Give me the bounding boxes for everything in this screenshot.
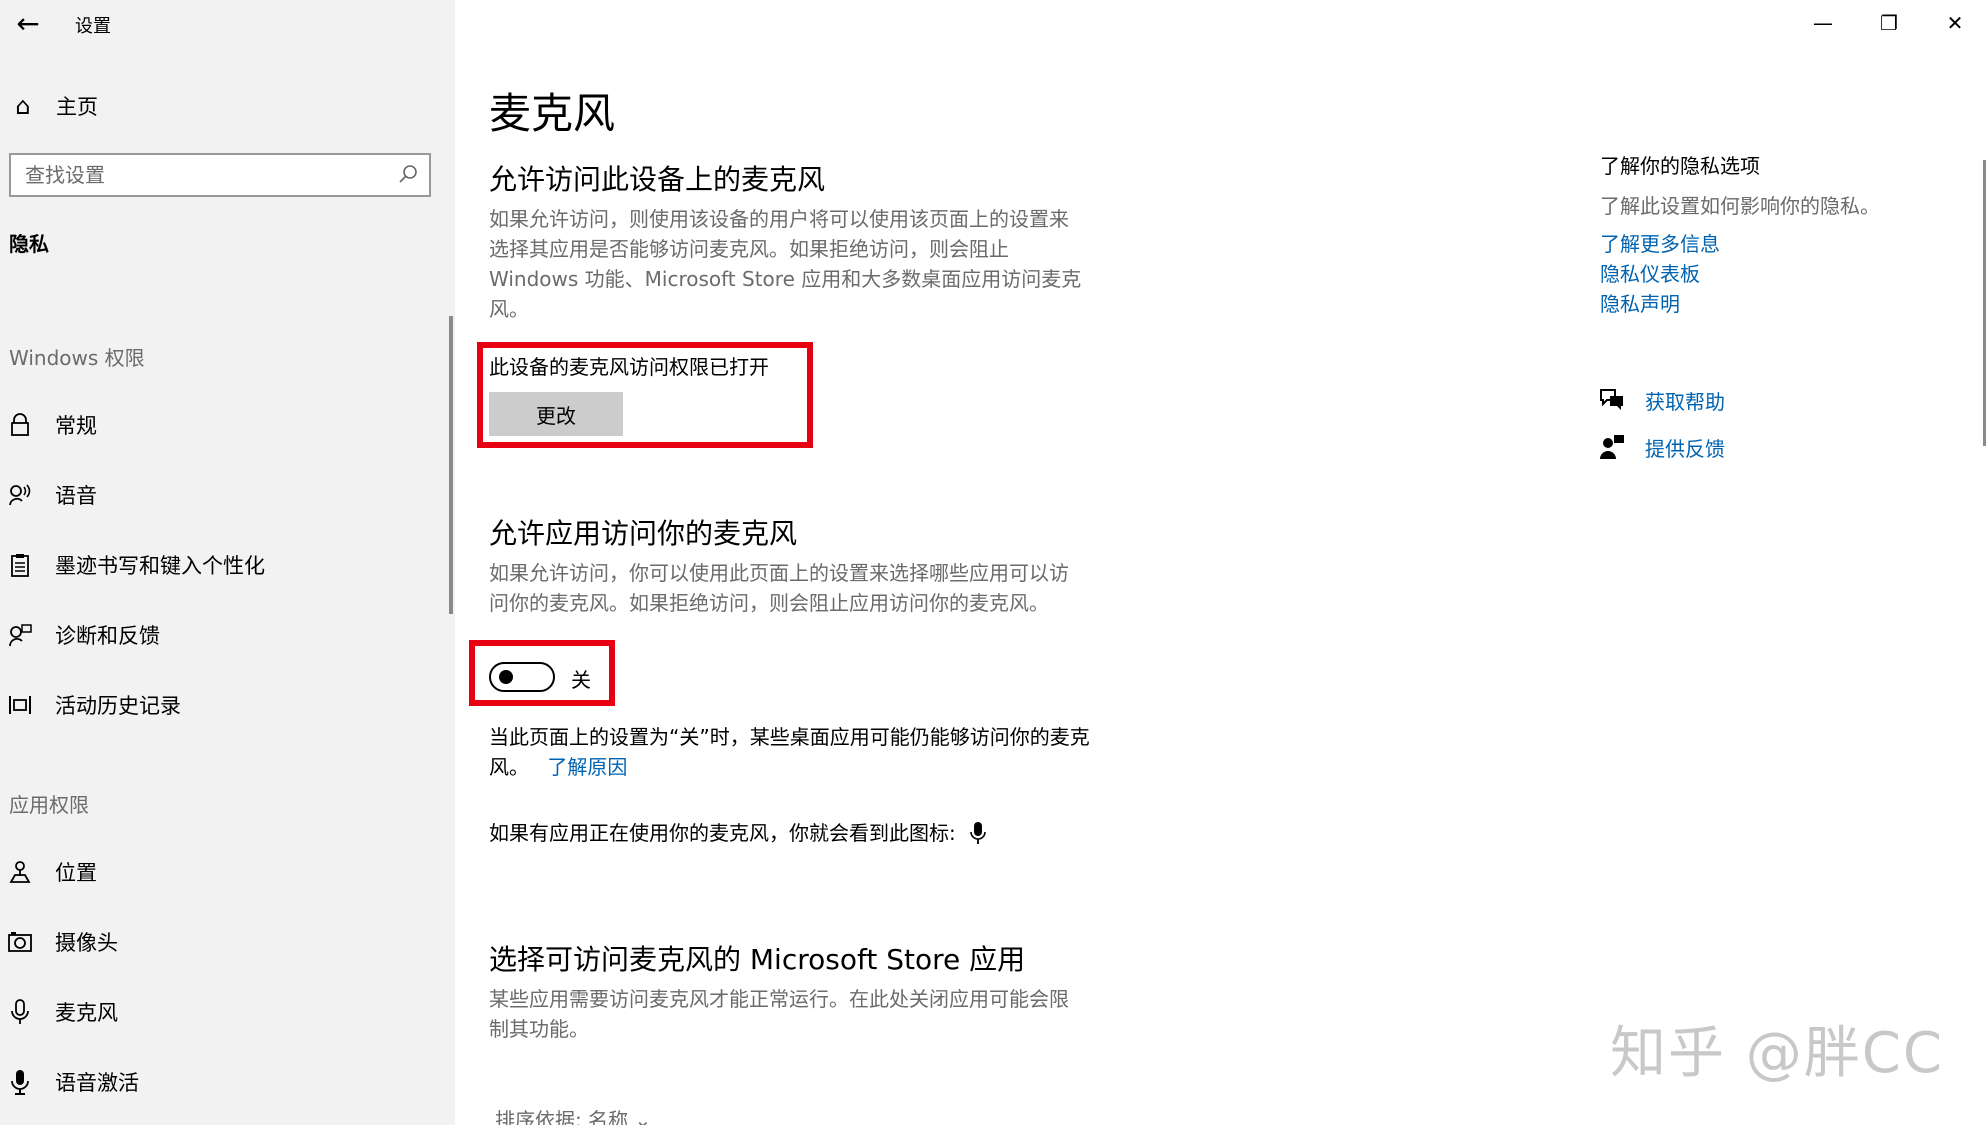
description-line: Windows 功能、Microsoft Store 应用和大多数桌面应用访问麦… bbox=[489, 267, 1082, 291]
toggle-state-label: 关 bbox=[571, 668, 591, 692]
back-arrow-icon[interactable]: ← bbox=[8, 6, 48, 42]
sidebar-item-label: 语音 bbox=[55, 484, 97, 508]
feedback-icon bbox=[1600, 435, 1624, 459]
timeline-icon bbox=[8, 693, 32, 717]
sort-label: 排序依据: 名称 bbox=[495, 1108, 629, 1125]
minimize-button[interactable]: — bbox=[1790, 0, 1856, 46]
sidebar-item-label: 常规 bbox=[55, 414, 97, 438]
sidebar-item-camera[interactable]: 摄像头 bbox=[0, 914, 440, 970]
app-access-description: 如果允许访问，你可以使用此页面上的设置来选择哪些应用可以访 问你的麦克风。如果拒… bbox=[489, 558, 1149, 618]
note-line: 风。 了解原因 bbox=[489, 752, 1090, 782]
note-prefix: 风。 bbox=[489, 755, 529, 779]
sidebar-item-label: 位置 bbox=[55, 861, 97, 885]
description-line: 选择其应用是否能够访问麦克风。如果拒绝访问，则会阻止 bbox=[489, 237, 1009, 261]
store-apps-description: 某些应用需要访问麦克风才能正常运行。在此处关闭应用可能会限 制其功能。 bbox=[489, 984, 1149, 1044]
lock-icon bbox=[8, 413, 32, 437]
privacy-statement-link[interactable]: 隐私声明 bbox=[1600, 288, 1680, 317]
sidebar-item-label: 麦克风 bbox=[55, 1001, 118, 1025]
description-line: 制其功能。 bbox=[489, 1017, 589, 1041]
search-box[interactable] bbox=[9, 153, 431, 197]
location-icon bbox=[8, 860, 32, 884]
description-line: 某些应用需要访问麦克风才能正常运行。在此处关闭应用可能会限 bbox=[489, 987, 1069, 1011]
app-access-heading: 允许应用访问你的麦克风 bbox=[489, 517, 798, 550]
sidebar-item-inking-typing[interactable]: 墨迹书写和键入个性化 bbox=[0, 537, 440, 593]
microphone-indicator-icon bbox=[969, 822, 986, 844]
clipboard-icon bbox=[8, 553, 32, 577]
sidebar-item-general[interactable]: 常规 bbox=[0, 397, 440, 453]
close-button[interactable]: ✕ bbox=[1922, 0, 1988, 46]
restore-button[interactable]: ❐ bbox=[1856, 0, 1922, 46]
feedback-person-icon bbox=[8, 623, 32, 647]
indicator-text: 如果有应用正在使用你的麦克风，你就会看到此图标: bbox=[489, 821, 956, 845]
sidebar-scrollbar[interactable] bbox=[449, 316, 453, 614]
device-access-heading: 允许访问此设备上的麦克风 bbox=[489, 163, 826, 196]
chevron-down-icon: ⌄ bbox=[634, 1108, 652, 1125]
search-input[interactable] bbox=[11, 155, 381, 195]
privacy-options-description: 了解此设置如何影响你的隐私。 bbox=[1600, 194, 1880, 218]
search-icon[interactable] bbox=[397, 163, 419, 185]
sidebar-item-speech[interactable]: 语音 bbox=[0, 467, 440, 523]
voice-activation-icon bbox=[8, 1070, 32, 1095]
description-line: 如果允许访问，则使用该设备的用户将可以使用该页面上的设置来 bbox=[489, 207, 1069, 231]
desktop-apps-note: 当此页面上的设置为“关”时，某些桌面应用可能仍能够访问你的麦克 风。 了解原因 bbox=[489, 722, 1090, 782]
description-line: 问你的麦克风。如果拒绝访问，则会阻止应用访问你的麦克风。 bbox=[489, 591, 1049, 615]
sidebar-item-label: 诊断和反馈 bbox=[55, 624, 160, 648]
camera-icon bbox=[8, 930, 32, 954]
sort-dropdown[interactable]: 排序依据: 名称 ⌄ bbox=[495, 1104, 651, 1125]
sidebar-item-label: 语音激活 bbox=[55, 1071, 139, 1095]
page-title: 麦克风 bbox=[489, 89, 616, 138]
device-access-status: 此设备的麦克风访问权限已打开 bbox=[489, 355, 769, 379]
change-button[interactable]: 更改 bbox=[489, 392, 623, 436]
sidebar-item-label: 活动历史记录 bbox=[55, 694, 181, 718]
speech-icon bbox=[8, 483, 32, 507]
give-feedback-row[interactable]: 提供反馈 bbox=[1598, 430, 1725, 464]
learn-why-link[interactable]: 了解原因 bbox=[547, 755, 627, 779]
sidebar-item-voice-activation[interactable]: 语音激活 bbox=[0, 1054, 440, 1110]
learn-more-link[interactable]: 了解更多信息 bbox=[1600, 228, 1720, 257]
microphone-icon bbox=[8, 999, 32, 1024]
home-label: 主页 bbox=[56, 95, 98, 119]
sidebar-item-label: 墨迹书写和键入个性化 bbox=[55, 554, 265, 578]
current-category: 隐私 bbox=[9, 232, 49, 256]
home-icon: ⌂ bbox=[15, 92, 31, 120]
description-line: 风。 bbox=[489, 297, 529, 321]
get-help-row[interactable]: 获取帮助 bbox=[1598, 383, 1725, 417]
sidebar-item-diagnostics[interactable]: 诊断和反馈 bbox=[0, 607, 440, 663]
section-app-permissions: 应用权限 bbox=[9, 793, 89, 817]
watermark-text: 知乎 @胖CC bbox=[1610, 1021, 1945, 1086]
section-windows-permissions: Windows 权限 bbox=[9, 346, 145, 370]
privacy-options-title: 了解你的隐私选项 bbox=[1600, 154, 1760, 178]
sidebar: ← 设置 ⌂ 主页 隐私 Windows 权限 常规 语音 墨迹书写和键入个性化 bbox=[0, 0, 455, 1125]
privacy-dashboard-link[interactable]: 隐私仪表板 bbox=[1600, 258, 1700, 287]
store-apps-heading: 选择可访问麦克风的 Microsoft Store 应用 bbox=[489, 943, 1026, 976]
chat-help-icon bbox=[1600, 389, 1623, 410]
app-access-toggle[interactable] bbox=[489, 662, 555, 692]
app-title: 设置 bbox=[75, 16, 111, 37]
sidebar-item-label: 摄像头 bbox=[55, 931, 118, 955]
sidebar-item-activity-history[interactable]: 活动历史记录 bbox=[0, 677, 440, 733]
get-help-link[interactable]: 获取帮助 bbox=[1645, 386, 1725, 415]
sidebar-item-microphone[interactable]: 麦克风 bbox=[0, 984, 440, 1040]
sidebar-item-location[interactable]: 位置 bbox=[0, 844, 440, 900]
note-line: 当此页面上的设置为“关”时，某些桌面应用可能仍能够访问你的麦克 bbox=[489, 725, 1090, 749]
toggle-knob bbox=[499, 670, 513, 684]
device-access-description: 如果允许访问，则使用该设备的用户将可以使用该页面上的设置来 选择其应用是否能够访… bbox=[489, 204, 1149, 324]
main-scrollbar[interactable] bbox=[1983, 160, 1986, 446]
mic-indicator-note: 如果有应用正在使用你的麦克风，你就会看到此图标: bbox=[489, 818, 986, 848]
home-nav-item[interactable]: ⌂ 主页 bbox=[0, 84, 455, 128]
give-feedback-link[interactable]: 提供反馈 bbox=[1645, 433, 1725, 462]
description-line: 如果允许访问，你可以使用此页面上的设置来选择哪些应用可以访 bbox=[489, 561, 1069, 585]
